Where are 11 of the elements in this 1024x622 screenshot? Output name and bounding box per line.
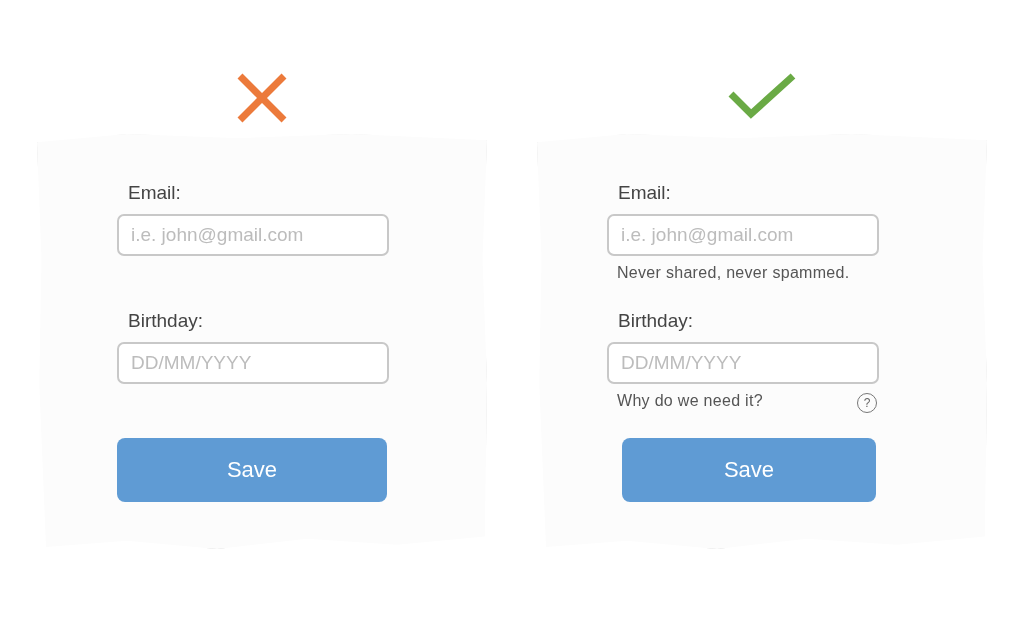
- hint-text: Never shared, never spammed.: [617, 264, 850, 282]
- hint-text[interactable]: Why do we need it?: [617, 392, 763, 410]
- field-label: Birthday:: [618, 310, 694, 332]
- field-label: Email:: [618, 182, 672, 204]
- cross-icon: [236, 72, 288, 124]
- input-field[interactable]: DD/MM/YYYY: [117, 342, 389, 384]
- field-label: Email:: [128, 182, 182, 204]
- input-field[interactable]: i.e. john@gmail.com: [117, 214, 389, 256]
- input-field[interactable]: i.e. john@gmail.com: [607, 214, 879, 256]
- field-label: Birthday:: [128, 310, 204, 332]
- input-field[interactable]: DD/MM/YYYY: [607, 342, 879, 384]
